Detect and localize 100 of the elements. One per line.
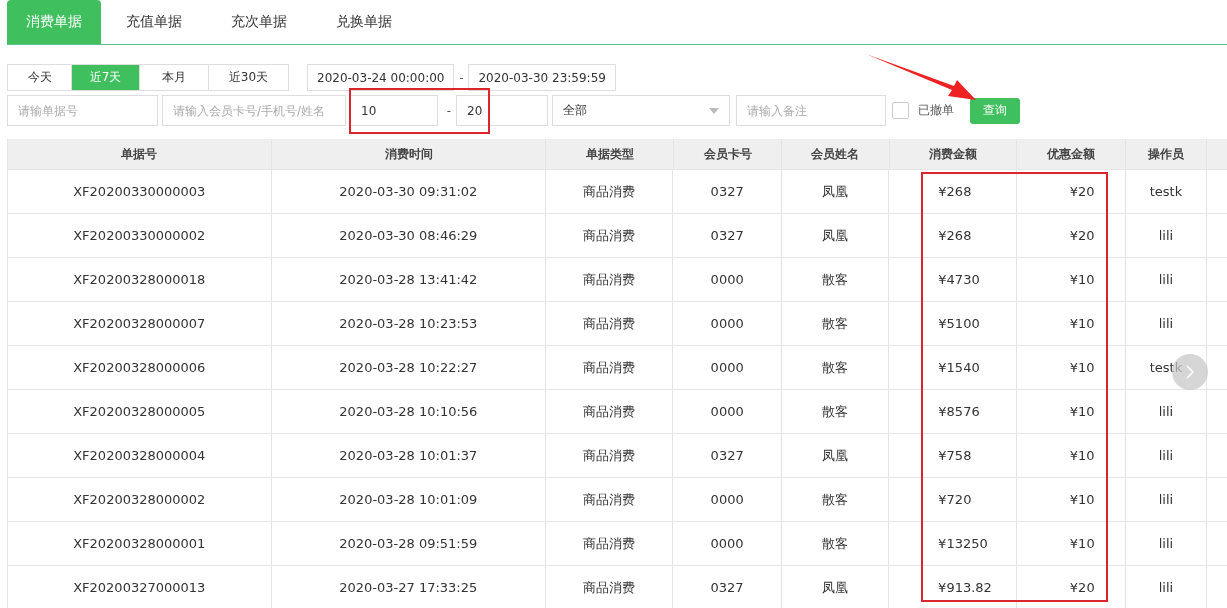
table-cell: ¥20 bbox=[1017, 566, 1126, 608]
date-separator: - bbox=[458, 70, 465, 85]
column-header: 消费时间 bbox=[271, 139, 547, 169]
table-cell: 商品消费 bbox=[546, 214, 674, 257]
table-cell: ¥10 bbox=[1017, 258, 1126, 301]
note-field[interactable]: 请输入备注 bbox=[736, 95, 886, 126]
table-cell: ¥20 bbox=[1017, 170, 1126, 213]
chevron-icon bbox=[1185, 365, 1195, 379]
table-cell: 0327 bbox=[673, 214, 782, 257]
table-cell: XF20200328000018 bbox=[8, 258, 272, 301]
table-cell: 2020-03-28 13:41:42 bbox=[271, 258, 547, 301]
column-header: 单据号 bbox=[8, 139, 272, 169]
table-cell: ¥268 bbox=[889, 170, 1018, 213]
table-cell: ¥758 bbox=[889, 434, 1018, 477]
table-cell: ¥4730 bbox=[889, 258, 1018, 301]
table-cell: XF20200328000001 bbox=[8, 522, 272, 565]
table-cell: 商品消费 bbox=[546, 390, 674, 433]
table-cell: ¥8576 bbox=[889, 390, 1018, 433]
table-cell: 散客 bbox=[781, 346, 890, 389]
range-button[interactable]: 今天 bbox=[7, 64, 72, 91]
column-header: 消费金额 bbox=[889, 139, 1018, 169]
tab[interactable]: 充值单据 bbox=[101, 0, 206, 44]
table-cell: ¥10 bbox=[1017, 478, 1126, 521]
table-cell: ¥10 bbox=[1017, 522, 1126, 565]
order-number-field[interactable]: 请输单据号 bbox=[7, 95, 158, 126]
table-cell: 2020-03-28 10:01:37 bbox=[271, 434, 547, 477]
revoked-checkbox[interactable] bbox=[892, 102, 909, 119]
table-cell: 凤凰 bbox=[781, 434, 890, 477]
table-cell: XF20200330000003 bbox=[8, 170, 272, 213]
table-cell: 商品消费 bbox=[546, 170, 674, 213]
table-cell: lili bbox=[1125, 390, 1208, 433]
table-cell: 散客 bbox=[781, 302, 890, 345]
table-cell: XF20200328000004 bbox=[8, 434, 272, 477]
column-header: 优惠金额 bbox=[1017, 139, 1126, 169]
tab[interactable]: 充次单据 bbox=[206, 0, 311, 44]
table-cell: 0327 bbox=[673, 566, 782, 608]
amount-separator: - bbox=[445, 103, 453, 118]
table-cell: XF20200328000007 bbox=[8, 302, 272, 345]
table-cell: 0000 bbox=[673, 346, 782, 389]
table-cell: 2020-03-27 17:33:25 bbox=[271, 566, 546, 608]
table-cell: 散客 bbox=[781, 478, 890, 521]
table-cell: 凤凰 bbox=[781, 214, 890, 257]
table-cell: ¥10 bbox=[1017, 346, 1126, 389]
table-cell: testk bbox=[1125, 170, 1208, 213]
tab[interactable]: 兑换单据 bbox=[311, 0, 416, 44]
min-amount-field[interactable]: 10 bbox=[350, 95, 438, 126]
table-cell: 散客 bbox=[781, 258, 890, 301]
table-cell: 2020-03-28 10:01:09 bbox=[271, 478, 547, 521]
table-cell: 0000 bbox=[673, 522, 782, 565]
table-cell: 商品消费 bbox=[546, 566, 674, 608]
revoked-label: 已撤单 bbox=[918, 102, 954, 119]
table-cell: 2020-03-30 08:46:29 bbox=[271, 214, 547, 257]
table-cell: lili bbox=[1125, 214, 1208, 257]
table-cell: ¥13250 bbox=[889, 522, 1018, 565]
table-cell: 2020-03-30 09:31:02 bbox=[271, 170, 547, 213]
table-cell: 商品消费 bbox=[546, 522, 674, 565]
table-cell: lili bbox=[1125, 478, 1208, 521]
caret-icon bbox=[709, 107, 719, 114]
table-cell: 0000 bbox=[673, 478, 782, 521]
member-search-field[interactable]: 请输入会员卡号/手机号/姓名 bbox=[162, 95, 346, 126]
column-header: 会员姓名 bbox=[782, 139, 890, 169]
table-cell: ¥10 bbox=[1017, 390, 1126, 433]
date-field[interactable]: 2020-03-24 00:00:00 bbox=[307, 64, 455, 91]
table-cell: 散客 bbox=[781, 522, 890, 565]
table-cell: 2020-03-28 10:22:27 bbox=[271, 346, 547, 389]
column-header: 会员卡号 bbox=[673, 139, 783, 169]
table-cell: lili bbox=[1125, 258, 1208, 301]
table-cell: 2020-03-28 10:10:56 bbox=[271, 390, 547, 433]
table-cell: 散客 bbox=[781, 390, 890, 433]
table-cell: ¥913.82 bbox=[889, 566, 1018, 608]
date-field[interactable]: 2020-03-30 23:59:59 bbox=[468, 64, 616, 91]
table-cell: 凤凰 bbox=[781, 566, 890, 608]
table-cell: 2020-03-28 09:51:59 bbox=[271, 522, 546, 565]
table-cell: XF20200328000006 bbox=[8, 346, 272, 389]
table-cell: 0000 bbox=[673, 258, 782, 301]
table-cell: 0000 bbox=[673, 302, 782, 345]
table-cell: 0327 bbox=[673, 434, 782, 477]
max-amount-field[interactable]: 20 bbox=[456, 95, 548, 126]
table-cell: ¥1540 bbox=[889, 346, 1018, 389]
table-cell: ¥10 bbox=[1017, 434, 1126, 477]
table-cell: 商品消费 bbox=[546, 258, 674, 301]
table-cell: ¥5100 bbox=[889, 302, 1018, 345]
table-cell: 商品消费 bbox=[546, 434, 674, 477]
table-cell: XF20200328000005 bbox=[8, 390, 272, 433]
table-cell: 凤凰 bbox=[781, 170, 890, 213]
column-header: 操作员 bbox=[1125, 139, 1208, 169]
type-select[interactable]: 全部 bbox=[552, 95, 730, 126]
table-cell: XF20200328000002 bbox=[8, 478, 272, 521]
table-cell: 商品消费 bbox=[546, 302, 674, 345]
table-cell: ¥20 bbox=[1017, 214, 1126, 257]
range-button[interactable]: 本月 bbox=[139, 64, 209, 91]
range-button[interactable]: 近30天 bbox=[208, 64, 289, 91]
table-cell: 0327 bbox=[673, 170, 782, 213]
table-cell: lili bbox=[1125, 566, 1208, 608]
table-cell: ¥268 bbox=[889, 214, 1018, 257]
table-cell: lili bbox=[1125, 434, 1208, 477]
table-cell: lili bbox=[1125, 522, 1208, 565]
table-cell: ¥10 bbox=[1017, 302, 1126, 345]
table-cell: XF20200327000013 bbox=[8, 566, 272, 608]
column-header: 单据类型 bbox=[546, 139, 674, 169]
